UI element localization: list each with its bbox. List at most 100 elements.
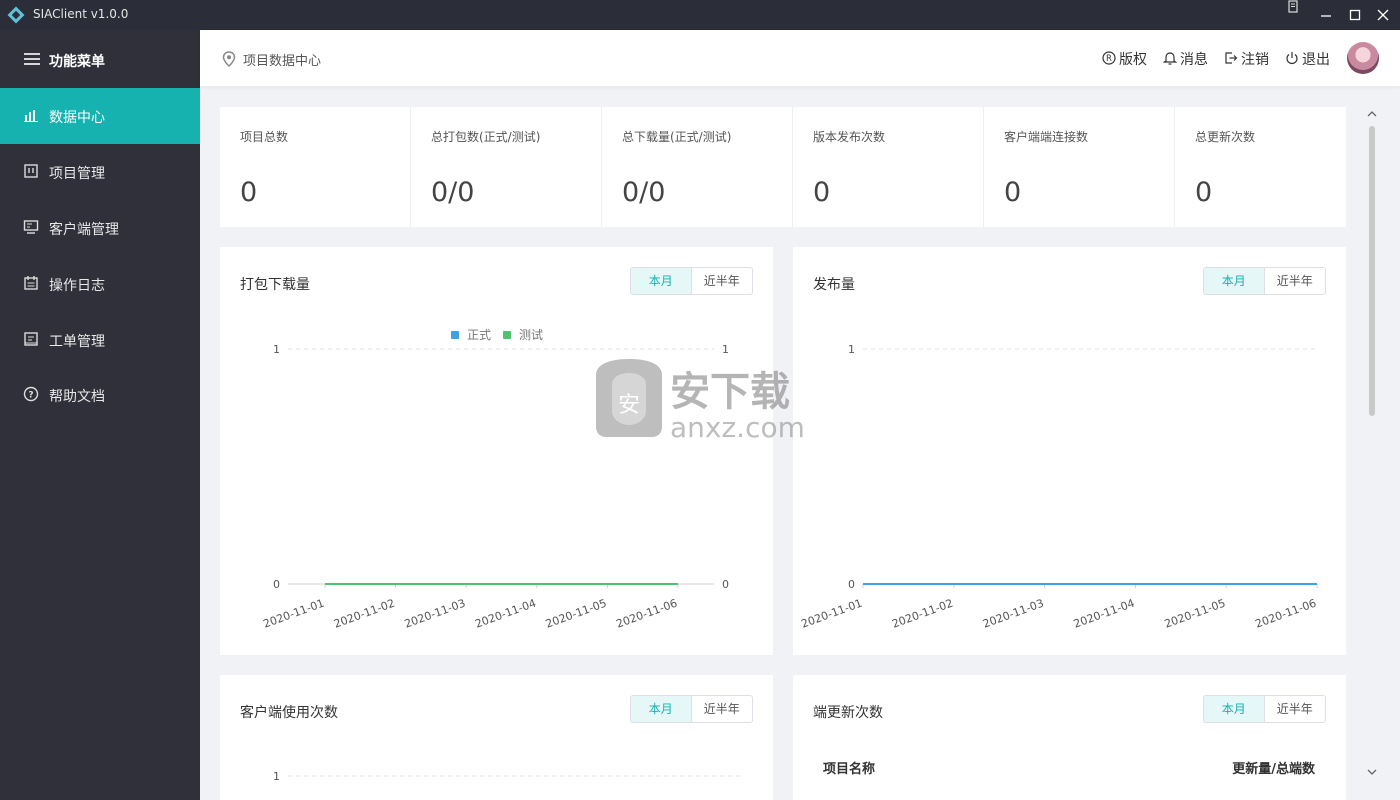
y-tick-label: 1 [273, 343, 280, 356]
stat-title: 客户端端连接数 [1004, 130, 1089, 144]
maximize-icon [1349, 9, 1361, 21]
window-title: SIAClient v1.0.0 [33, 7, 129, 21]
stat-total-downloads: 总下载量(正式/测试) 0/0 [602, 107, 793, 227]
project-icon [24, 164, 38, 178]
column-header-update-ratio[interactable]: 更新量/总端数 [1232, 758, 1315, 777]
stat-title: 项目总数 [240, 130, 289, 144]
copyright-label: 版权 [1119, 52, 1147, 68]
x-tick-label: 2020-11-05 [1163, 597, 1228, 631]
stat-client-connections: 客户端端连接数 0 [984, 107, 1175, 227]
x-tick-label: 2020-11-01 [799, 597, 864, 631]
ticket-icon [24, 332, 38, 346]
stat-project-count: 项目总数 0 [220, 107, 411, 227]
sidebar-item-tickets[interactable]: 工单管理 [0, 312, 200, 368]
help-icon: ? [23, 386, 39, 402]
scroll-up-icon[interactable] [1367, 110, 1377, 118]
x-tick-label: 2020-11-04 [1072, 597, 1137, 631]
x-tick-label: 2020-11-03 [981, 597, 1046, 631]
stat-value: 0 [1004, 177, 1022, 208]
x-tick-label: 2020-11-02 [890, 597, 955, 631]
legend-swatch [451, 331, 459, 339]
stat-total-updates: 总更新次数 0 [1175, 107, 1366, 227]
legend-label: 测试 [519, 327, 543, 342]
sidebar-item-help[interactable]: ? 帮助文档 [0, 367, 200, 423]
stat-value: 0 [813, 177, 831, 208]
stat-total-packages: 总打包数(正式/测试) 0/0 [411, 107, 602, 227]
stat-title: 版本发布次数 [813, 130, 886, 144]
watermark-text: 安下载 [670, 369, 790, 415]
hamburger-icon [24, 53, 40, 65]
registered-icon: R [1102, 51, 1116, 65]
close-icon [1377, 9, 1389, 21]
stat-release-count: 版本发布次数 0 [793, 107, 984, 227]
stat-title: 总打包数(正式/测试) [431, 130, 541, 144]
svg-text:?: ? [28, 391, 33, 401]
breadcrumb: 项目数据中心 [243, 54, 322, 69]
y2-tick-label: 0 [722, 578, 729, 591]
exit-label: 退出 [1302, 52, 1330, 68]
messages-label: 消息 [1180, 52, 1208, 68]
scroll-down-icon[interactable] [1367, 768, 1377, 776]
avatar[interactable] [1347, 42, 1379, 74]
top-header: 项目数据中心 R 版权 消息 注销 退出 [200, 30, 1400, 86]
minimize-icon [1321, 15, 1331, 17]
release-line-chart: 0 1 2020-11-01 2020-11-02 2020-11-03 2020-11-… [799, 343, 1318, 631]
sidebar-item-label: 客户端管理 [49, 222, 119, 238]
bar-chart-icon [24, 110, 38, 122]
title-bar: SIAClient v1.0.0 [0, 0, 1400, 30]
legend-label: 正式 [467, 328, 491, 342]
x-tick-label: 2020-11-01 [261, 597, 326, 631]
close-button[interactable] [1366, 0, 1400, 30]
app-logo-icon [7, 6, 25, 24]
stat-value: 0/0 [431, 177, 475, 208]
range-toggle: 本月 近半年 [1203, 695, 1326, 723]
bell-icon [1163, 52, 1177, 65]
menu-title: 功能菜单 [49, 54, 105, 70]
sidebar-item-label: 数据中心 [49, 110, 105, 126]
usage-line-chart: 1 [273, 770, 744, 783]
stat-value: 0/0 [622, 177, 666, 208]
stat-value: 0 [240, 177, 258, 208]
sidebar-item-label: 操作日志 [49, 278, 105, 294]
sidebar-item-operation-log[interactable]: 操作日志 [0, 256, 200, 312]
updates-table-card: 端更新次数 本月 近半年 项目名称 更新量/总端数 [793, 675, 1346, 800]
x-tick-label: 2020-11-05 [544, 597, 609, 631]
client-icon [23, 220, 39, 234]
x-tick-label: 2020-11-02 [332, 597, 397, 631]
sidebar-item-data-center[interactable]: 数据中心 [0, 88, 200, 144]
logout-icon [1225, 52, 1238, 64]
x-tick-label: 2020-11-03 [403, 597, 468, 631]
download-chart-card: 打包下载量 本月 近半年 0 0 1 1 2020-11-01 2020-11-02 202… [220, 247, 773, 655]
sidebar-item-label: 项目管理 [49, 166, 105, 182]
scrollbar-thumb[interactable] [1369, 126, 1375, 416]
watermark-sub: anxz.com [670, 411, 805, 444]
sidebar-item-label: 工单管理 [49, 334, 105, 350]
watermark-logo: 安 安下载 anxz.com [596, 359, 805, 444]
legend-swatch [503, 331, 511, 339]
logout-label: 注销 [1241, 52, 1269, 68]
y-tick-label: 0 [273, 578, 280, 591]
power-icon [1286, 52, 1298, 65]
calendar-icon [24, 276, 38, 290]
y-tick-label: 1 [273, 770, 280, 783]
range-half-year-button[interactable]: 近半年 [1265, 696, 1326, 722]
release-chart-card: 发布量 本月 近半年 0 1 2020-11-01 2020-11-02 2020-11… [793, 247, 1346, 655]
menu-toggle[interactable]: 功能菜单 [0, 30, 200, 88]
y-tick-label: 0 [848, 578, 855, 591]
stat-title: 总更新次数 [1195, 130, 1256, 144]
usage-chart-card: 客户端使用次数 本月 近半年 1 [220, 675, 773, 800]
sidebar-item-label: 帮助文档 [49, 389, 105, 405]
download-line-chart: 0 01 12020-11-01 2020-11-02 2020-11-03 2020-1… [261, 327, 729, 631]
location-pin-icon [222, 51, 236, 67]
stats-panel: 项目总数 0 总打包数(正式/测试) 0/0 总下载量(正式/测试) 0/0 版… [220, 107, 1346, 227]
sidebar-item-clients[interactable]: 客户端管理 [0, 200, 200, 256]
column-header-project-name[interactable]: 项目名称 [823, 758, 875, 777]
stat-value: 0 [1195, 177, 1213, 208]
range-month-button[interactable]: 本月 [1204, 696, 1265, 722]
sidebar-item-projects[interactable]: 项目管理 [0, 144, 200, 200]
svg-text:安: 安 [618, 393, 640, 418]
x-tick-label: 2020-11-06 [614, 597, 679, 631]
y-tick-label: 1 [848, 343, 855, 356]
pin-window-icon[interactable] [1286, 0, 1300, 14]
stat-title: 总下载量(正式/测试) [622, 130, 732, 144]
